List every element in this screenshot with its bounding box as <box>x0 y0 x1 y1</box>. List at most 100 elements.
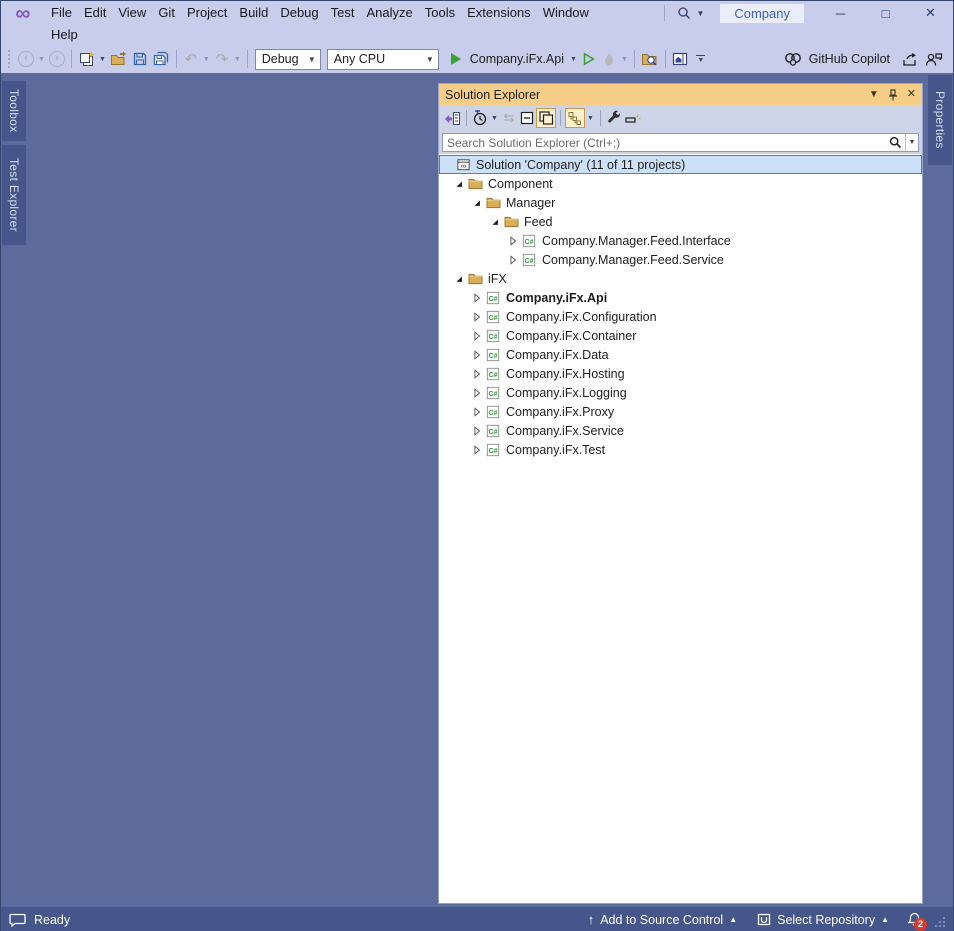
menu-item-debug[interactable]: Debug <box>274 2 324 24</box>
close-button[interactable]: ✕ <box>908 1 953 25</box>
background-tasks-icon[interactable] <box>9 913 26 927</box>
tree-item[interactable]: C#Company.iFx.Data <box>439 345 922 364</box>
menu-item-file[interactable]: File <box>45 2 78 24</box>
redo-caret-icon[interactable]: ▼ <box>232 56 243 63</box>
minimize-button[interactable]: ─ <box>818 1 863 25</box>
navigate-forward-button[interactable]: › <box>47 48 67 70</box>
search-box-value[interactable]: Company <box>720 4 804 23</box>
menu-item-extensions[interactable]: Extensions <box>461 2 537 24</box>
collapsed-arrow-icon[interactable] <box>505 233 521 249</box>
solution-platforms-select[interactable]: Any CPU ▼ <box>327 49 439 70</box>
maximize-button[interactable]: □ <box>863 1 908 25</box>
undo-caret-icon[interactable]: ▼ <box>201 56 212 63</box>
new-project-caret-icon[interactable]: ▼ <box>97 56 108 63</box>
hot-reload-caret-icon[interactable]: ▼ <box>619 56 630 63</box>
sidebar-tab-toolbox[interactable]: Toolbox <box>2 81 26 141</box>
pending-changes-filter-icon[interactable] <box>471 108 489 128</box>
tree-item[interactable]: Component <box>439 174 922 193</box>
expanded-arrow-icon[interactable] <box>469 195 485 211</box>
sync-with-active-document-icon[interactable]: ⇆ <box>500 108 518 128</box>
tree-item[interactable]: C#Company.iFx.Configuration <box>439 307 922 326</box>
collapsed-arrow-icon[interactable] <box>469 328 485 344</box>
tree-item[interactable]: Feed <box>439 212 922 231</box>
properties-wrench-icon[interactable] <box>605 108 623 128</box>
menu-item-project[interactable]: Project <box>181 2 233 24</box>
notifications-button[interactable]: 2 <box>903 909 925 931</box>
startup-project-caret-icon[interactable]: ▼ <box>568 56 579 63</box>
collapsed-arrow-icon[interactable] <box>505 252 521 268</box>
find-in-files-button[interactable] <box>639 48 661 70</box>
home-window-button[interactable] <box>670 48 691 70</box>
start-debugging-button[interactable] <box>446 48 466 70</box>
file-nesting-icon[interactable] <box>565 108 585 128</box>
collapsed-arrow-icon[interactable] <box>469 404 485 420</box>
share-icon[interactable] <box>902 52 919 67</box>
collapse-all-icon[interactable] <box>518 108 536 128</box>
close-icon[interactable]: ✕ <box>907 89 916 100</box>
navigate-back-caret-icon[interactable]: ▼ <box>36 56 47 63</box>
sidebar-tab-properties[interactable]: Properties <box>928 75 952 165</box>
tree-item-solution[interactable]: ∞Solution 'Company' (11 of 11 projects) <box>439 155 922 174</box>
collapsed-arrow-icon[interactable] <box>469 309 485 325</box>
tree-item[interactable]: C#Company.iFx.Service <box>439 421 922 440</box>
new-project-button[interactable] <box>76 48 97 70</box>
startup-project-label[interactable]: Company.iFx.Api <box>470 52 564 66</box>
collapsed-arrow-icon[interactable] <box>469 366 485 382</box>
send-feedback-icon[interactable] <box>925 52 943 67</box>
menu-item-tools[interactable]: Tools <box>419 2 461 24</box>
expanded-arrow-icon[interactable] <box>451 176 467 192</box>
tree-item[interactable]: C#Company.iFx.Hosting <box>439 364 922 383</box>
filter-caret-icon[interactable]: ▼ <box>489 115 500 122</box>
toolbar-overflow-button[interactable]: ▼ <box>691 48 711 70</box>
open-file-button[interactable] <box>108 48 130 70</box>
preview-selected-items-icon[interactable] <box>623 108 642 128</box>
menu-item-window[interactable]: Window <box>537 2 595 24</box>
menu-item-analyze[interactable]: Analyze <box>360 2 418 24</box>
menu-item-view[interactable]: View <box>112 2 152 24</box>
tree-item[interactable]: C#Company.iFx.Test <box>439 440 922 459</box>
save-button[interactable] <box>130 48 150 70</box>
tree-item[interactable]: Manager <box>439 193 922 212</box>
solution-explorer-search-box[interactable]: ▼ <box>442 133 919 152</box>
collapsed-arrow-icon[interactable] <box>469 290 485 306</box>
switch-views-icon[interactable] <box>443 108 462 128</box>
tree-item[interactable]: iFX <box>439 269 922 288</box>
search-input[interactable] <box>443 135 885 150</box>
tree-item[interactable]: C#Company.Manager.Feed.Interface <box>439 231 922 250</box>
file-nesting-caret-icon[interactable]: ▼ <box>585 115 596 122</box>
menu-item-help[interactable]: Help <box>45 24 84 46</box>
pin-icon[interactable] <box>888 89 898 101</box>
tree-item[interactable]: C#Company.iFx.Container <box>439 326 922 345</box>
expanded-arrow-icon[interactable] <box>451 271 467 287</box>
collapsed-arrow-icon[interactable] <box>469 347 485 363</box>
tree-item[interactable]: C#Company.Manager.Feed.Service <box>439 250 922 269</box>
collapsed-arrow-icon[interactable] <box>469 442 485 458</box>
tree-item[interactable]: C#Company.iFx.Api <box>439 288 922 307</box>
undo-button[interactable]: ↶ <box>181 48 201 70</box>
navigate-back-button[interactable]: ‹ <box>16 48 36 70</box>
select-repository-button[interactable]: Select Repository ▲ <box>751 907 895 931</box>
add-to-source-control-button[interactable]: ↑ Add to Source Control ▲ <box>582 907 743 931</box>
resize-grip[interactable] <box>933 911 947 929</box>
solution-configurations-select[interactable]: Debug ▼ <box>255 49 321 70</box>
toolbar-grip[interactable] <box>7 49 12 69</box>
quick-search-button[interactable]: ▼ <box>673 6 708 20</box>
tree-item[interactable]: C#Company.iFx.Proxy <box>439 402 922 421</box>
start-without-debugging-button[interactable] <box>579 48 599 70</box>
github-copilot-icon[interactable] <box>783 52 803 66</box>
save-all-button[interactable] <box>150 48 172 70</box>
sidebar-tab-test-explorer[interactable]: Test Explorer <box>2 145 26 245</box>
menu-item-git[interactable]: Git <box>152 2 181 24</box>
show-all-files-icon[interactable] <box>536 108 556 128</box>
collapsed-arrow-icon[interactable] <box>469 385 485 401</box>
window-position-caret-icon[interactable]: ▼ <box>869 90 879 100</box>
github-copilot-label[interactable]: GitHub Copilot <box>809 52 890 66</box>
collapsed-arrow-icon[interactable] <box>469 423 485 439</box>
tree-item[interactable]: C#Company.iFx.Logging <box>439 383 922 402</box>
search-options-caret-icon[interactable]: ▼ <box>905 134 918 151</box>
solution-explorer-titlebar[interactable]: Solution Explorer ▼ ✕ <box>439 84 922 105</box>
menu-item-edit[interactable]: Edit <box>78 2 112 24</box>
hot-reload-button[interactable] <box>599 48 619 70</box>
redo-button[interactable]: ↷ <box>212 48 232 70</box>
expanded-arrow-icon[interactable] <box>487 214 503 230</box>
